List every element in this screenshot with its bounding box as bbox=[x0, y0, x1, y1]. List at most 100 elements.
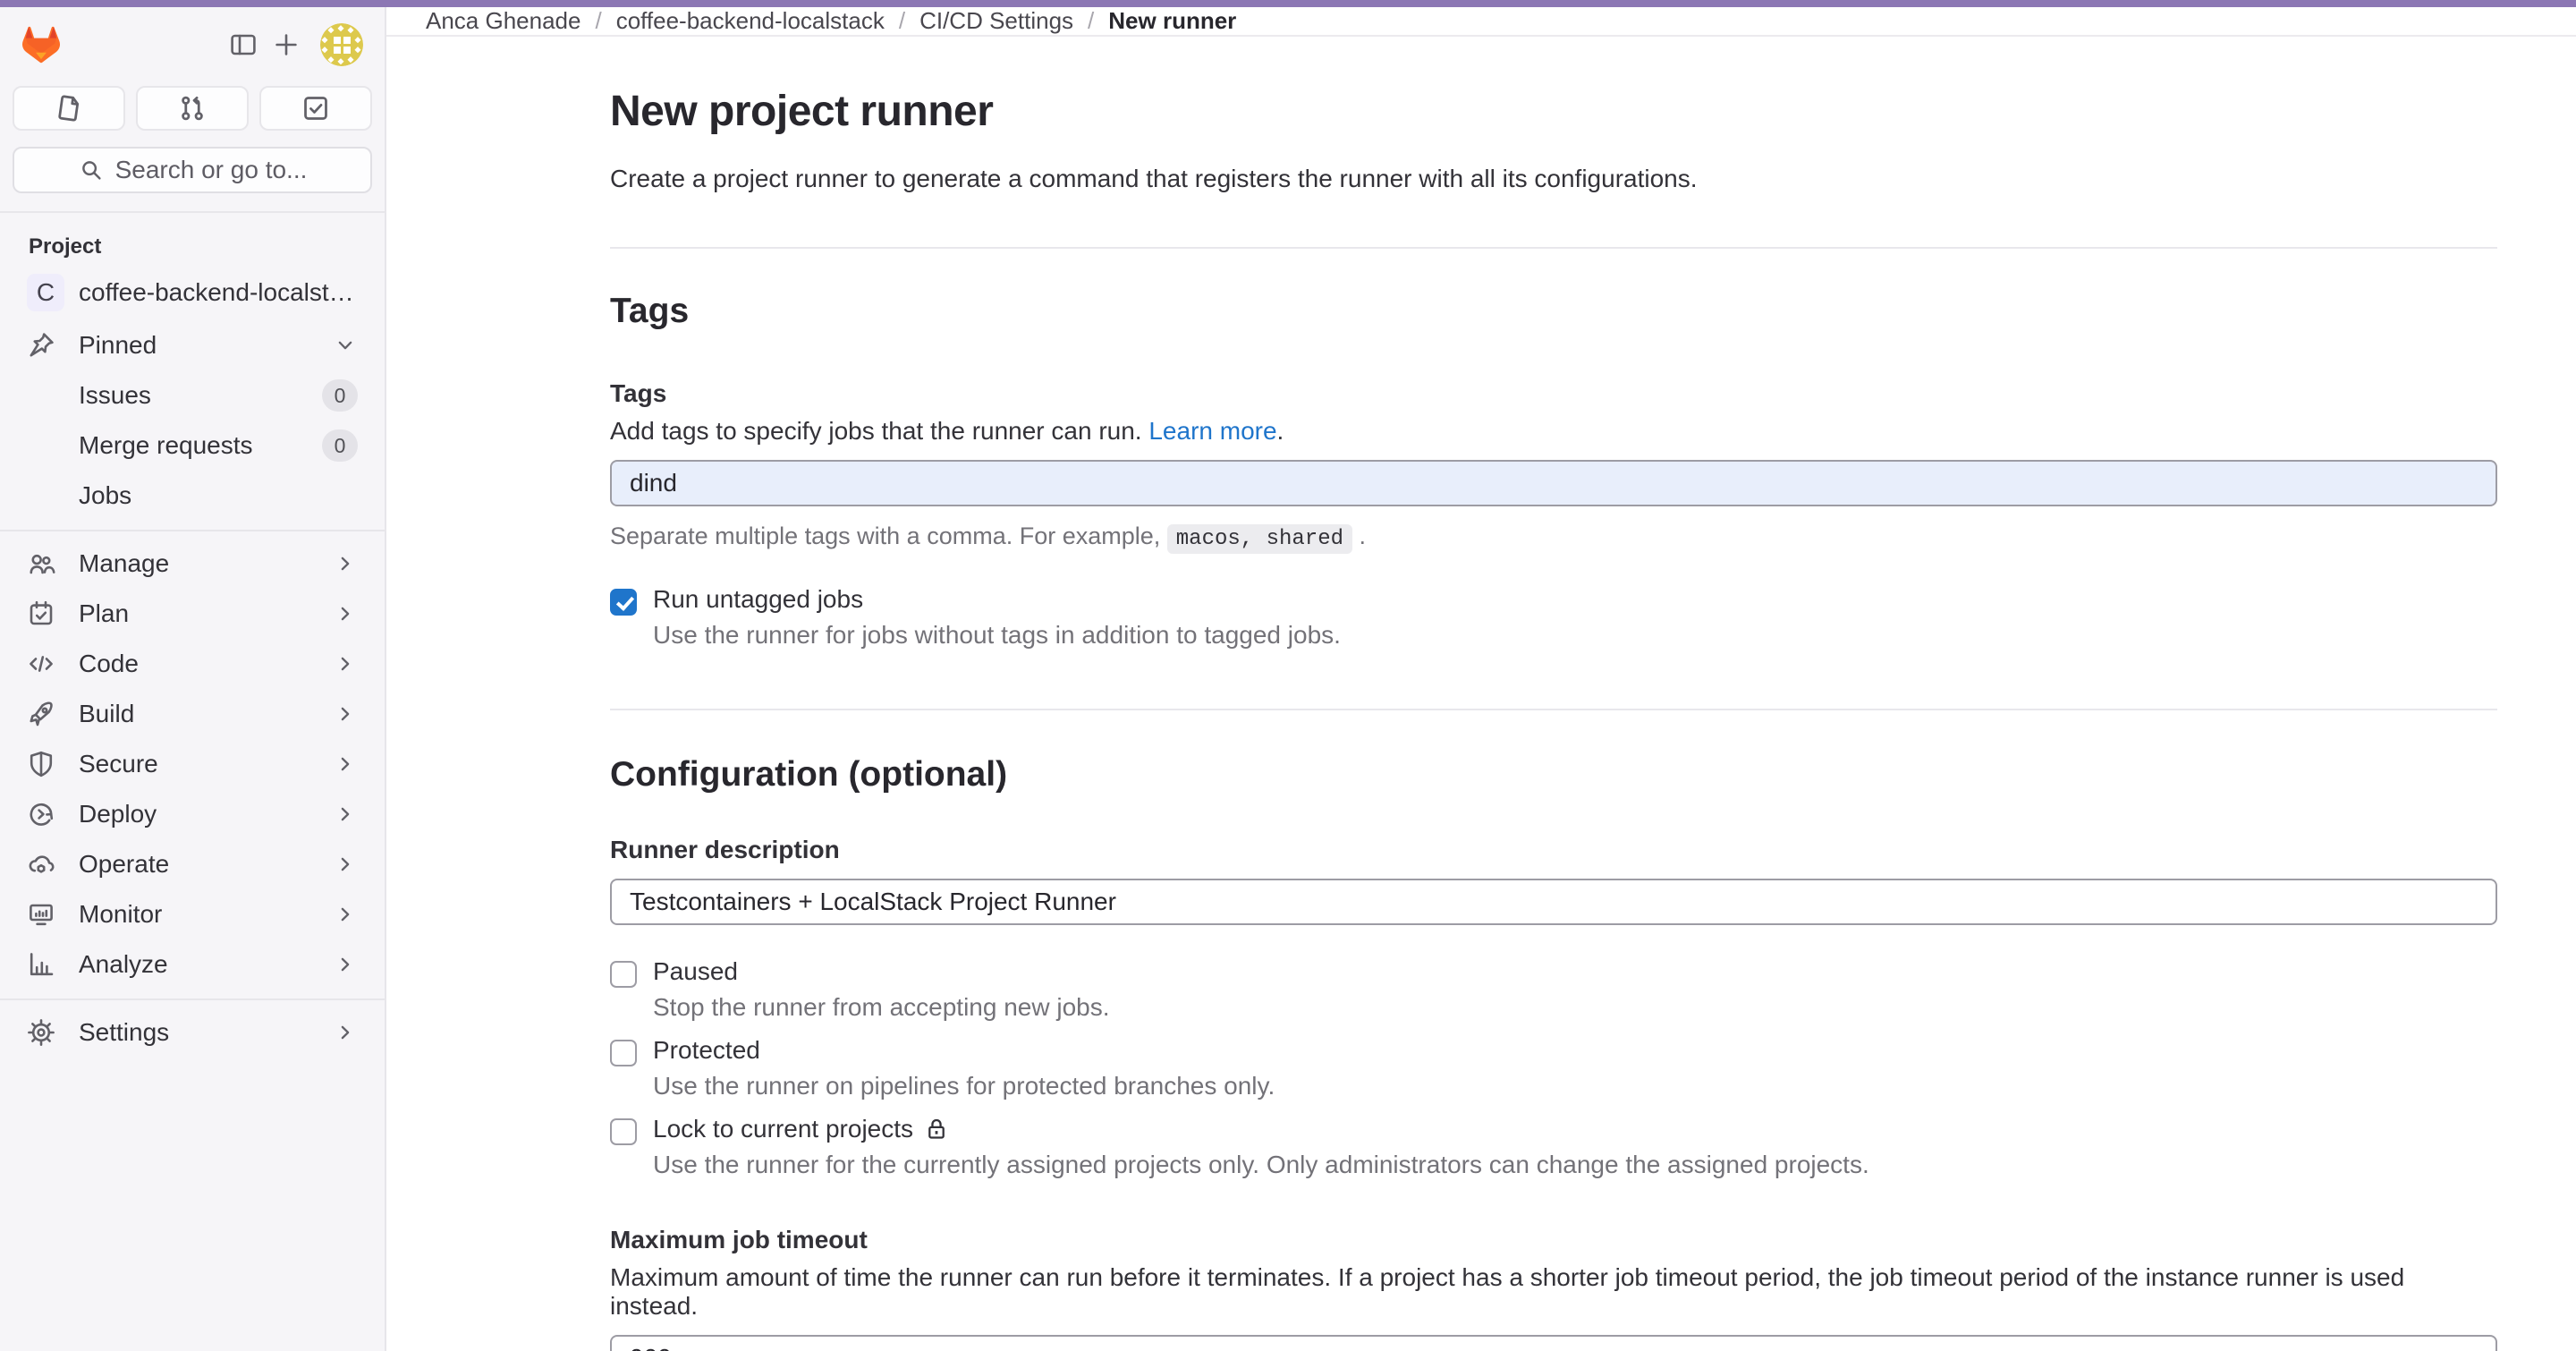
sidebar-item-deploy[interactable]: Deploy bbox=[13, 789, 372, 839]
search-input[interactable]: Search or go to... bbox=[13, 147, 372, 193]
sidebar-item-monitor[interactable]: Monitor bbox=[13, 889, 372, 939]
sidebar-item-analyze[interactable]: Analyze bbox=[13, 939, 372, 990]
chevron-right-icon bbox=[333, 952, 358, 977]
runner-description-input[interactable] bbox=[610, 879, 2497, 925]
users-icon bbox=[27, 549, 55, 578]
sidebar-item-manage[interactable]: Manage bbox=[13, 539, 372, 589]
divider bbox=[610, 247, 2497, 249]
sidebar-item-build[interactable]: Build bbox=[13, 689, 372, 739]
issues-count-badge: 0 bbox=[322, 379, 358, 412]
chevron-right-icon bbox=[333, 902, 358, 927]
breadcrumb-current: New runner bbox=[1108, 7, 1236, 35]
tags-help-suffix: . bbox=[1277, 417, 1284, 445]
lock-projects-checkbox[interactable] bbox=[610, 1118, 637, 1145]
sidebar-item-secure[interactable]: Secure bbox=[13, 739, 372, 789]
breadcrumb-cicd-settings[interactable]: CI/CD Settings bbox=[919, 7, 1073, 35]
breadcrumb-separator: / bbox=[595, 7, 601, 35]
sidebar-item-label: Secure bbox=[79, 750, 333, 778]
lock-projects-label[interactable]: Lock to current projects bbox=[653, 1115, 949, 1143]
tags-example-suffix: . bbox=[1360, 523, 1367, 549]
learn-more-link[interactable]: Learn more bbox=[1148, 417, 1276, 445]
project-avatar: C bbox=[27, 274, 64, 311]
breadcrumb-separator: / bbox=[1088, 7, 1094, 35]
sidebar-item-project[interactable]: C coffee-backend-localstack bbox=[13, 265, 372, 320]
issues-icon bbox=[54, 93, 84, 123]
sidebar-item-label: Jobs bbox=[79, 481, 358, 510]
sidebar-item-label: Analyze bbox=[79, 950, 333, 979]
issues-shortcut-button[interactable] bbox=[13, 86, 125, 131]
sidebar-item-settings[interactable]: Settings bbox=[13, 1007, 372, 1058]
paused-label[interactable]: Paused bbox=[653, 957, 738, 986]
sidebar-item-label: Deploy bbox=[79, 800, 333, 828]
divider bbox=[0, 211, 385, 213]
merge-requests-shortcut-button[interactable] bbox=[136, 86, 249, 131]
chevron-right-icon bbox=[333, 701, 358, 726]
tags-help-text: Add tags to specify jobs that the runner… bbox=[610, 417, 1142, 445]
paused-checkbox[interactable] bbox=[610, 961, 637, 988]
pin-icon bbox=[27, 331, 55, 360]
chart-icon bbox=[27, 950, 55, 979]
code-icon bbox=[27, 650, 55, 678]
todo-shortcut-button[interactable] bbox=[259, 86, 372, 131]
page-title: New project runner bbox=[610, 87, 2497, 136]
calendar-icon bbox=[27, 599, 55, 628]
tags-field-help: Add tags to specify jobs that the runner… bbox=[610, 417, 2497, 446]
tags-input[interactable] bbox=[610, 460, 2497, 506]
sidebar-item-merge-requests[interactable]: Merge requests 0 bbox=[13, 421, 372, 471]
rocket-icon bbox=[27, 700, 55, 728]
shield-icon bbox=[27, 750, 55, 778]
timeout-input[interactable] bbox=[610, 1335, 2497, 1351]
sidebar-toggle-button[interactable] bbox=[222, 23, 265, 66]
chevron-right-icon bbox=[333, 752, 358, 777]
timeout-label: Maximum job timeout bbox=[610, 1226, 2497, 1254]
deploy-icon bbox=[27, 800, 55, 828]
sidebar-item-code[interactable]: Code bbox=[13, 639, 372, 689]
config-section-title: Configuration (optional) bbox=[610, 755, 2497, 794]
cloud-pod-icon bbox=[27, 850, 55, 879]
sidebar-item-pinned[interactable]: Pinned bbox=[13, 320, 372, 370]
sidebar-item-operate[interactable]: Operate bbox=[13, 839, 372, 889]
sidebar-item-label: Settings bbox=[79, 1018, 333, 1047]
create-new-button[interactable] bbox=[265, 23, 308, 66]
chevron-down-icon bbox=[333, 333, 358, 358]
sidebar-item-plan[interactable]: Plan bbox=[13, 589, 372, 639]
tags-section-title: Tags bbox=[610, 292, 2497, 331]
breadcrumb-separator: / bbox=[899, 7, 905, 35]
sidebar-item-label: Operate bbox=[79, 850, 333, 879]
divider bbox=[610, 709, 2497, 710]
merge-request-icon bbox=[177, 93, 208, 123]
run-untagged-checkbox[interactable] bbox=[610, 589, 637, 616]
search-icon bbox=[78, 157, 105, 183]
breadcrumb-project[interactable]: coffee-backend-localstack bbox=[616, 7, 885, 35]
lock-icon bbox=[924, 1117, 949, 1142]
chevron-right-icon bbox=[333, 802, 358, 827]
sidebar-section-label: Project bbox=[29, 234, 372, 259]
divider bbox=[0, 998, 385, 1000]
sidebar-item-label: Issues bbox=[79, 381, 322, 410]
run-untagged-label[interactable]: Run untagged jobs bbox=[653, 585, 863, 614]
tags-field-label: Tags bbox=[610, 379, 2497, 408]
sidebar-item-issues[interactable]: Issues 0 bbox=[13, 370, 372, 421]
tags-example-help: Separate multiple tags with a comma. For… bbox=[610, 523, 2497, 551]
search-label: Search or go to... bbox=[115, 156, 308, 184]
gear-icon bbox=[27, 1018, 55, 1047]
divider bbox=[0, 530, 385, 531]
chevron-right-icon bbox=[333, 601, 358, 626]
gitlab-logo-icon bbox=[21, 26, 61, 64]
breadcrumb: Anca Ghenade / coffee-backend-localstack… bbox=[386, 7, 2576, 37]
sidebar-item-label: Monitor bbox=[79, 900, 333, 929]
protected-checkbox[interactable] bbox=[610, 1040, 637, 1066]
user-avatar[interactable] bbox=[320, 23, 363, 66]
project-name: coffee-backend-localstack bbox=[79, 278, 358, 307]
merge-requests-count-badge: 0 bbox=[322, 429, 358, 462]
lock-projects-desc: Use the runner for the currently assigne… bbox=[653, 1151, 2497, 1179]
sidebar-item-label: Manage bbox=[79, 549, 333, 578]
sidebar-item-jobs[interactable]: Jobs bbox=[13, 471, 372, 521]
tags-example-code: macos, shared bbox=[1167, 524, 1352, 554]
tags-example-prefix: Separate multiple tags with a comma. For… bbox=[610, 523, 1160, 549]
protected-desc: Use the runner on pipelines for protecte… bbox=[653, 1072, 2497, 1100]
sidebar-item-label: Pinned bbox=[79, 331, 333, 360]
breadcrumb-user[interactable]: Anca Ghenade bbox=[426, 7, 580, 35]
chevron-right-icon bbox=[333, 651, 358, 676]
protected-label[interactable]: Protected bbox=[653, 1036, 760, 1065]
